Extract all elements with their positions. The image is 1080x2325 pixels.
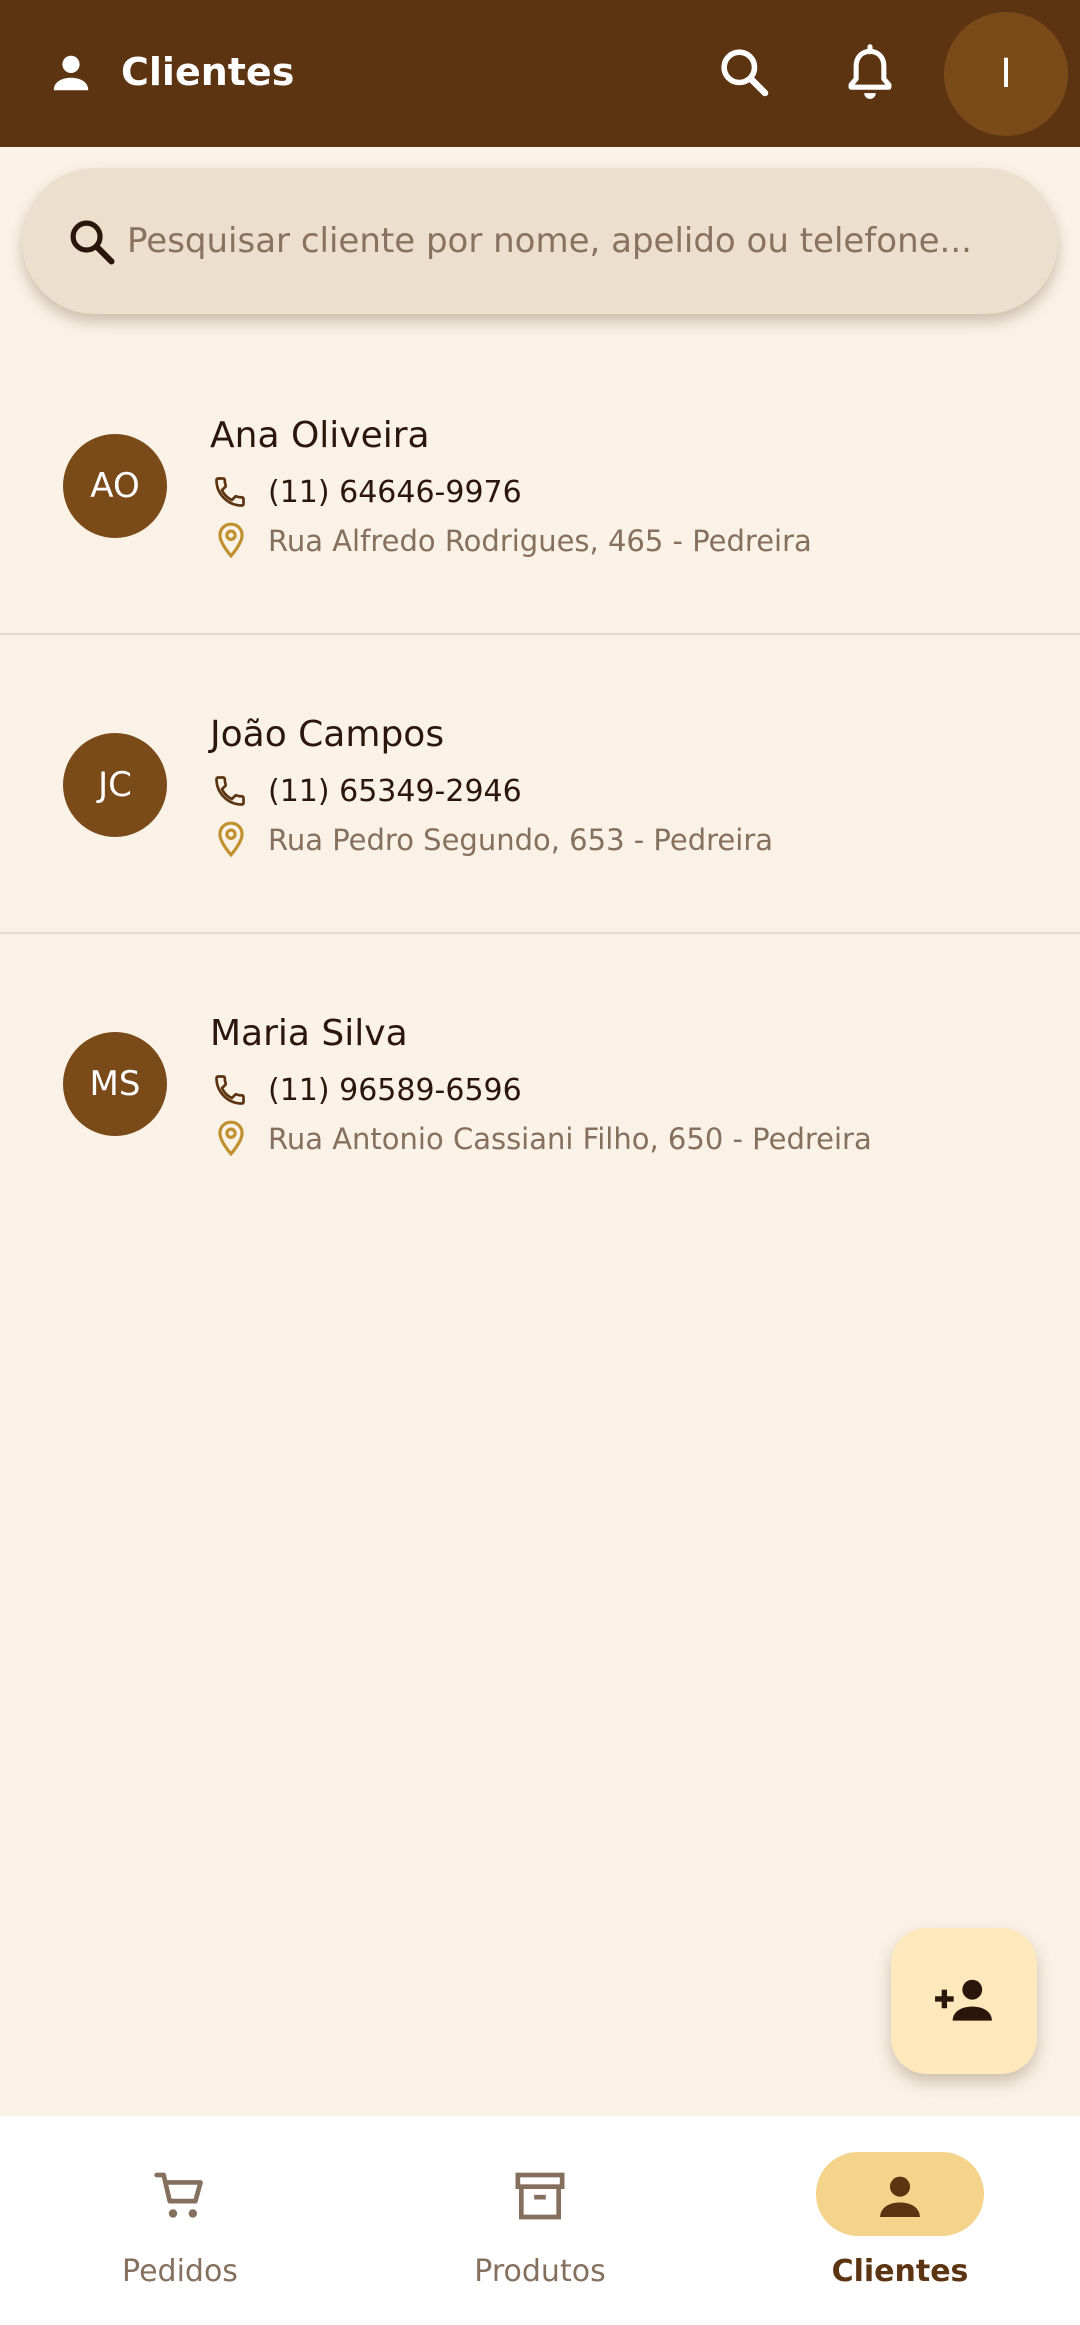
nav-item-produtos[interactable]: Produtos <box>360 2116 720 2325</box>
page-title: Clientes <box>121 50 295 94</box>
list-item[interactable]: MS Maria Silva (11) 96589-6596 Rua Anton… <box>0 934 1080 1233</box>
client-avatar: MS <box>63 1032 167 1136</box>
search-bar[interactable]: Pesquisar cliente por nome, apelido ou t… <box>22 168 1058 314</box>
bell-icon[interactable] <box>842 44 898 104</box>
location-pin-icon <box>218 821 244 858</box>
user-avatar[interactable]: I <box>944 12 1068 136</box>
person-icon <box>880 2176 920 2217</box>
search-input[interactable]: Pesquisar cliente por nome, apelido ou t… <box>127 218 972 264</box>
client-name: João Campos <box>210 714 445 755</box>
add-client-button[interactable] <box>891 1928 1037 2074</box>
app-bar: Clientes I <box>0 0 1080 147</box>
search-icon[interactable] <box>716 44 772 100</box>
add-person-icon <box>935 1979 992 2021</box>
client-list: AO Ana Oliveira (11) 64646-9976 Rua Alfr… <box>0 336 1080 1233</box>
archive-box-icon <box>515 2172 565 2220</box>
phone-icon <box>215 477 245 507</box>
phone-icon <box>215 1075 245 1105</box>
nav-item-pedidos[interactable]: Pedidos <box>0 2116 360 2325</box>
client-address: Rua Antonio Cassiani Filho, 650 - Pedrei… <box>268 1122 872 1156</box>
nav-item-clientes[interactable]: Clientes <box>720 2116 1080 2325</box>
nav-icon-container <box>96 2152 264 2236</box>
location-pin-icon <box>218 1120 244 1157</box>
client-name: Ana Oliveira <box>210 415 430 456</box>
phone-icon <box>215 776 245 806</box>
client-address: Rua Pedro Segundo, 653 - Pedreira <box>268 823 774 857</box>
nav-icon-container <box>456 2152 624 2236</box>
person-icon <box>53 55 89 91</box>
nav-label: Clientes <box>831 2254 969 2289</box>
cart-icon <box>154 2172 203 2218</box>
location-pin-icon <box>218 522 244 559</box>
client-address: Rua Alfredo Rodrigues, 465 - Pedreira <box>268 524 812 558</box>
client-phone: (11) 64646-9976 <box>268 475 522 510</box>
client-avatar: AO <box>63 434 167 538</box>
list-item[interactable]: JC João Campos (11) 65349-2946 Rua Pedro… <box>0 635 1080 934</box>
nav-icon-container <box>816 2152 984 2236</box>
search-icon <box>70 220 115 265</box>
bottom-navigation: Pedidos Produtos Clientes <box>0 2116 1080 2325</box>
client-name: Maria Silva <box>210 1013 408 1054</box>
client-phone: (11) 96589-6596 <box>268 1073 522 1108</box>
nav-label: Produtos <box>474 2254 606 2289</box>
client-phone: (11) 65349-2946 <box>268 774 522 809</box>
client-avatar: JC <box>63 733 167 837</box>
nav-label: Pedidos <box>122 2254 238 2289</box>
list-item[interactable]: AO Ana Oliveira (11) 64646-9976 Rua Alfr… <box>0 336 1080 635</box>
